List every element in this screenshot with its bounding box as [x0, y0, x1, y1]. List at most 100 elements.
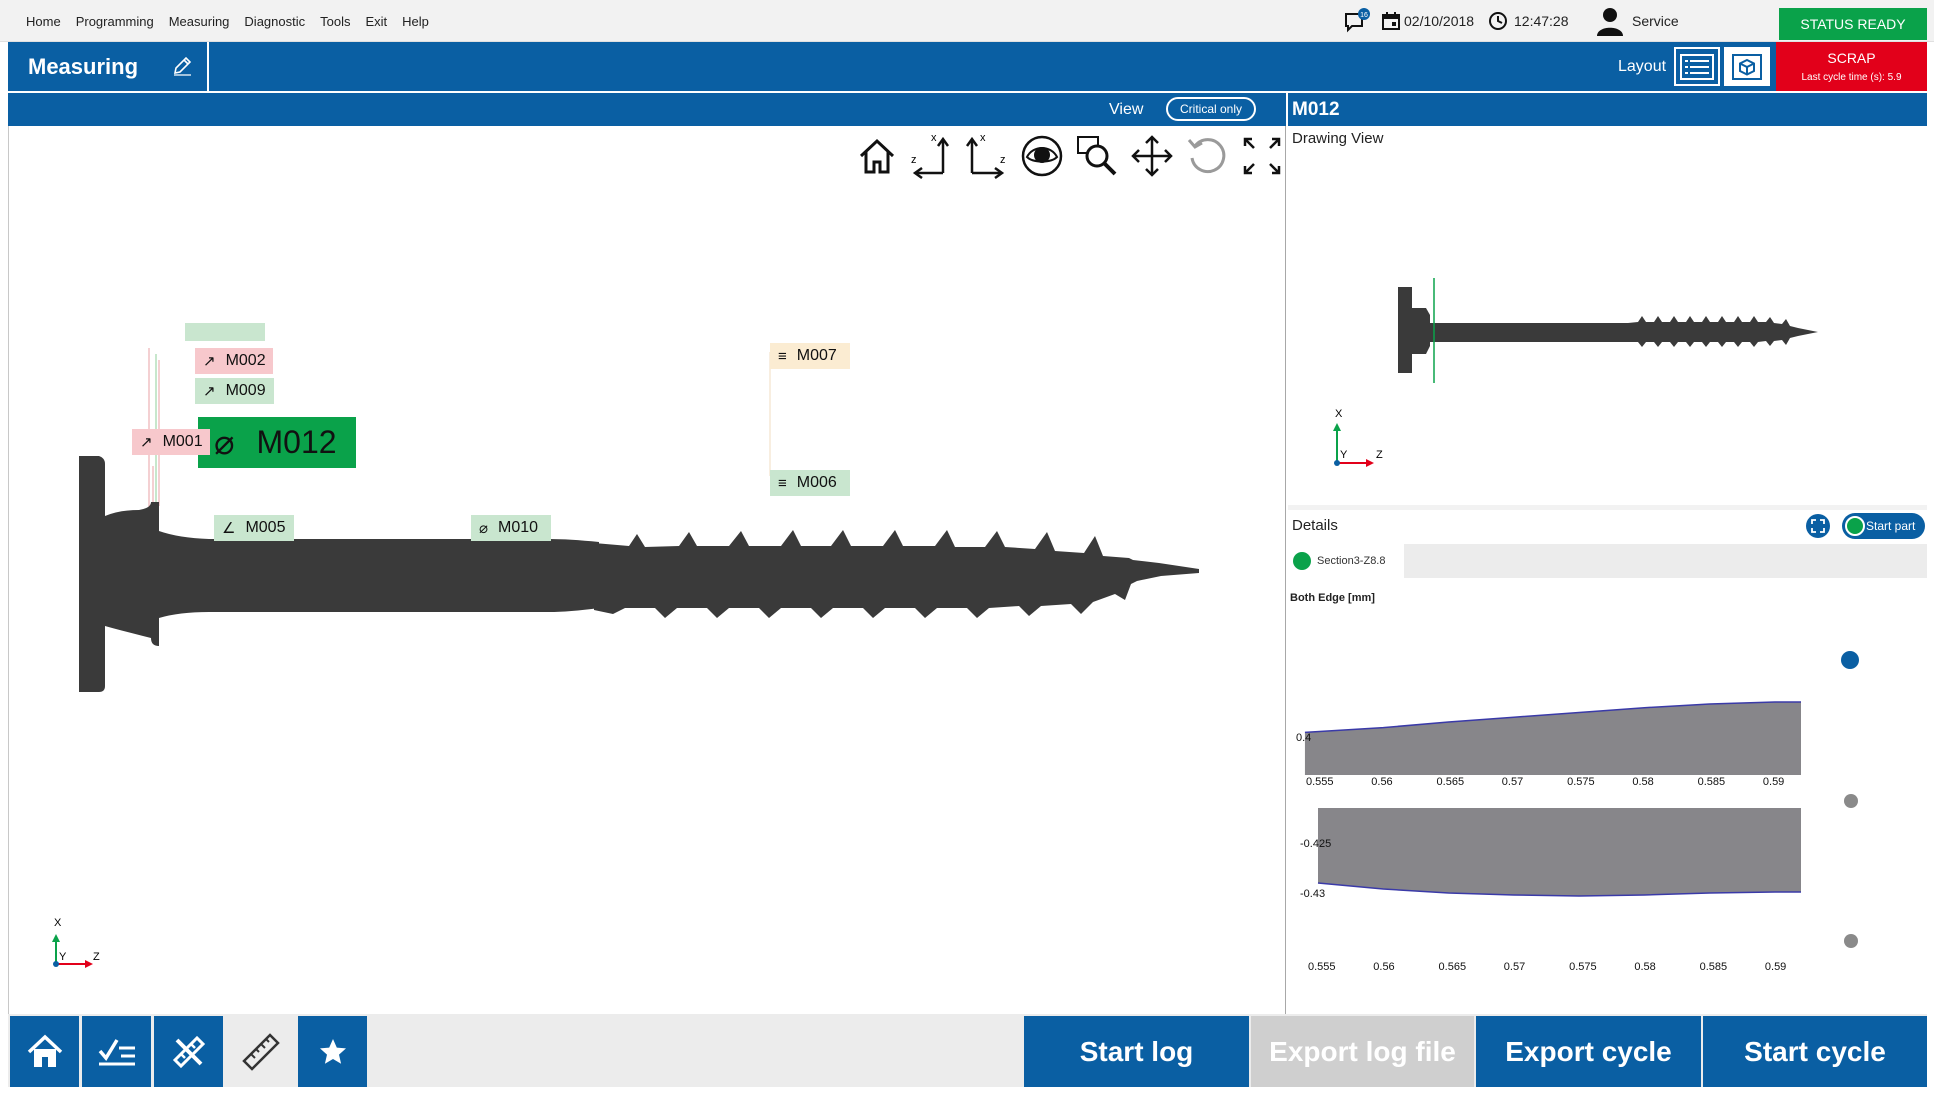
panel-divider	[1288, 505, 1927, 510]
chart-x-tick-1-4: 0.57	[1502, 776, 1523, 788]
ruler-icon	[241, 1032, 280, 1071]
chart-x-tick-2-8: 0.59	[1765, 961, 1786, 973]
chart-y-tick-2-1: -0.425	[1300, 838, 1331, 850]
measurement-tag-m010[interactable]: ⌀ M010	[471, 515, 551, 541]
panel-select-dot-3[interactable]	[1844, 934, 1858, 948]
message-icon: 16	[1345, 8, 1370, 33]
notifications[interactable]: 16	[1343, 0, 1371, 42]
chart-title: Both Edge [mm]	[1290, 592, 1375, 604]
scrap-status-badge: SCRAP Last cycle time (s): 5.9	[1776, 42, 1927, 91]
tag-m001-label: M001	[162, 433, 203, 450]
checklist-icon	[98, 1038, 135, 1065]
measurement-tag-m009[interactable]: ↗ M009	[195, 378, 274, 404]
menu-home[interactable]: Home	[26, 14, 61, 29]
export-log-file-button[interactable]: Export log file	[1251, 1016, 1474, 1087]
tag-m009-label: M009	[225, 382, 266, 399]
measurement-tag-m002[interactable]: ↗ M002	[195, 348, 273, 374]
measurement-3d-view[interactable]: x z x z X Y Z ⌀ M012 ↗ M002 ↗ M009 ↗ M00…	[8, 126, 1286, 1014]
axis-z-label: Z	[93, 951, 100, 963]
layout-label: Layout	[1618, 57, 1667, 75]
drawing-view-label: Drawing View	[1292, 130, 1384, 147]
star-icon	[319, 1038, 346, 1064]
chart-area-panel-2	[1318, 808, 1801, 896]
tag-m012-label: M012	[256, 424, 337, 460]
runout-icon: ↗	[140, 434, 153, 451]
main-menu: Home Programming Measuring Diagnostic To…	[26, 0, 444, 42]
chart-x-tick-2-4: 0.57	[1504, 961, 1525, 973]
panel-select-dot-2[interactable]	[1844, 794, 1858, 808]
section-status-dot	[1293, 552, 1311, 570]
nav-measuring-button[interactable]	[226, 1016, 295, 1087]
clock-icon	[1489, 12, 1507, 30]
cycle-time-label: Last cycle time (s): 5.9	[1801, 72, 1902, 83]
time-display: 12:47:28	[1488, 0, 1569, 42]
runout-icon: ↗	[203, 383, 216, 400]
tag-m007-label: M007	[796, 347, 837, 364]
start-log-button[interactable]: Start log	[1024, 1016, 1249, 1087]
chart-y-tick-1-1: 0.4	[1296, 732, 1311, 744]
menu-tools[interactable]: Tools	[320, 14, 350, 29]
measurement-tag-m007[interactable]: ≡ M007	[770, 343, 850, 369]
section-tab-label: Section3-Z8.8	[1317, 555, 1386, 567]
nav-tools-button[interactable]	[154, 1016, 223, 1087]
thread-icon: ≡	[778, 347, 787, 365]
tag-m002-label: M002	[225, 352, 266, 369]
measurement-tag-hidden[interactable]	[185, 323, 265, 341]
chart-x-tick-2-6: 0.58	[1634, 961, 1655, 973]
fit-view-icon[interactable]	[1806, 514, 1830, 538]
user-display[interactable]: Service	[1596, 0, 1679, 42]
list-icon	[1680, 53, 1714, 80]
critical-only-toggle[interactable]: Critical only	[1166, 97, 1256, 121]
measurement-tag-m006[interactable]: ≡ M006	[770, 470, 850, 496]
characteristic-header: M012	[1288, 93, 1927, 126]
layout-list-button[interactable]	[1674, 47, 1720, 86]
user-icon	[1597, 8, 1623, 36]
menu-exit[interactable]: Exit	[365, 14, 387, 29]
measurement-tag-m005[interactable]: ∠ M005	[214, 515, 294, 541]
menu-measuring[interactable]: Measuring	[169, 14, 230, 29]
menu-diagnostic[interactable]: Diagnostic	[244, 14, 305, 29]
date-display: 02/10/2018	[1381, 0, 1474, 42]
runout-icon: ↗	[203, 353, 216, 370]
start-part-button[interactable]: Start part	[1842, 513, 1925, 539]
measurement-tag-m001[interactable]: ↗ M001	[132, 429, 210, 455]
chart-x-tick-1-8: 0.59	[1763, 776, 1784, 788]
nav-home-button[interactable]	[10, 1016, 79, 1087]
screw-drawing: X Y Z	[1333, 278, 1818, 467]
chart-x-tick-2-1: 0.555	[1308, 961, 1336, 973]
edit-pencil-icon[interactable]	[171, 55, 193, 77]
details-label: Details	[1292, 517, 1338, 534]
chart-x-tick-1-7: 0.585	[1698, 776, 1726, 788]
nav-favorites-button[interactable]	[298, 1016, 367, 1087]
menu-help[interactable]: Help	[402, 14, 429, 29]
drawing-axis-x-label: X	[1335, 408, 1343, 420]
menu-programming[interactable]: Programming	[76, 14, 154, 29]
chart-x-tick-2-5: 0.575	[1569, 961, 1597, 973]
panel-select-dot-1[interactable]	[1841, 651, 1859, 669]
chart-x-tick-1-6: 0.58	[1632, 776, 1653, 788]
status-ready-badge: STATUS READY	[1779, 8, 1927, 40]
nav-checklist-button[interactable]	[82, 1016, 151, 1087]
measurement-tag-m012[interactable]: ⌀ M012	[198, 417, 356, 468]
diameter-icon: ⌀	[214, 423, 235, 462]
start-cycle-button[interactable]: Start cycle	[1703, 1016, 1927, 1087]
axis-y-label: Y	[59, 951, 67, 963]
drawing-view[interactable]: X Y Z	[1288, 150, 1927, 505]
time-text: 12:47:28	[1514, 13, 1569, 29]
export-cycle-button[interactable]: Export cycle	[1476, 1016, 1701, 1087]
layout-3d-button[interactable]	[1724, 47, 1770, 86]
cube-icon	[1732, 53, 1762, 80]
notification-count: 16	[1360, 12, 1368, 19]
chart-x-tick-2-7: 0.585	[1700, 961, 1728, 973]
screw-3d-model[interactable]: X Y Z	[9, 126, 1287, 1014]
user-name: Service	[1632, 13, 1679, 29]
chart-x-tick-2-3: 0.565	[1439, 961, 1467, 973]
section-tab[interactable]: Section3-Z8.8	[1288, 544, 1404, 578]
angle-icon: ∠	[222, 520, 236, 537]
chart-x-tick-2-2: 0.56	[1373, 961, 1394, 973]
diameter-icon: ⌀	[479, 520, 489, 537]
axis-x-label: X	[54, 917, 62, 929]
view-bar: View Critical only	[8, 93, 1286, 126]
both-edge-chart[interactable]: 0.4 0.555 0.56 0.565 0.57 0.575 0.58 0.585 0.59 -…	[1288, 605, 1927, 1015]
calendar-icon	[1382, 12, 1400, 30]
